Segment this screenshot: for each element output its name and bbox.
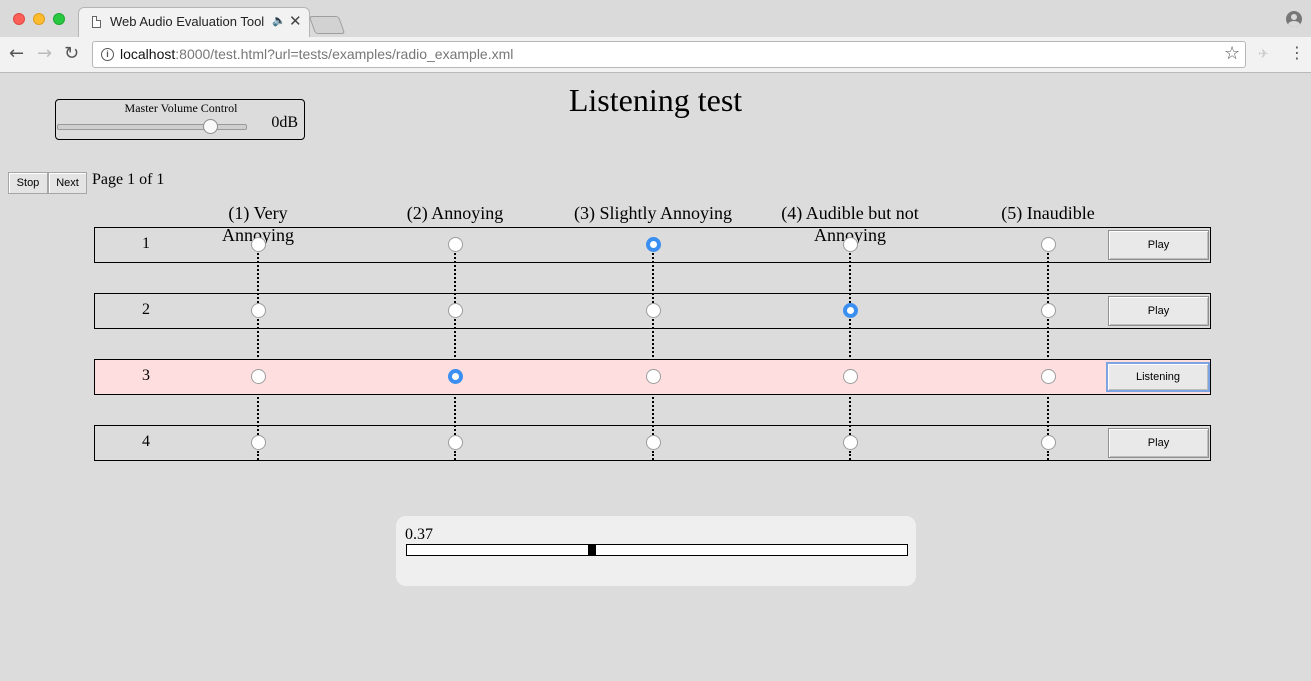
- page-indicator: Page 1 of 1: [92, 171, 165, 188]
- playback-scrubber-thumb[interactable]: [587, 544, 596, 556]
- browser-toolbar: ← → ↻ i localhost:8000/test.html?url=tes…: [0, 37, 1311, 73]
- rating-radio-4[interactable]: [843, 303, 858, 318]
- scale-label-line: (5) Inaudible: [1001, 203, 1095, 223]
- rating-radio-5[interactable]: [1041, 369, 1056, 384]
- playback-panel: 0.37: [396, 516, 916, 586]
- rating-radio-1[interactable]: [251, 435, 266, 450]
- reload-icon[interactable]: ↻: [64, 43, 79, 64]
- scale-label-line: (3) Slightly Annoying: [573, 203, 732, 223]
- rating-radio-2[interactable]: [448, 237, 463, 252]
- scale-label-line: (1) Very: [228, 203, 288, 223]
- row-number: 4: [142, 433, 150, 450]
- rating-radio-2[interactable]: [448, 435, 463, 450]
- master-volume-slider-track[interactable]: [57, 124, 247, 130]
- rating-radio-5[interactable]: [1041, 435, 1056, 450]
- play-button[interactable]: Play: [1108, 230, 1209, 260]
- rating-radio-1[interactable]: [251, 237, 266, 252]
- rating-radio-3[interactable]: [646, 435, 661, 450]
- scale-label-line: (2) Annoying: [406, 203, 504, 223]
- rating-radio-3[interactable]: [646, 369, 661, 384]
- stop-button[interactable]: Stop: [8, 172, 48, 194]
- rating-radio-2[interactable]: [448, 369, 463, 384]
- forward-arrow-icon[interactable]: →: [37, 43, 52, 64]
- minimize-window-button[interactable]: [33, 13, 45, 25]
- rating-radio-5[interactable]: [1041, 303, 1056, 318]
- info-icon[interactable]: i: [101, 48, 114, 61]
- scale-label-line: (4) Audible but not: [781, 203, 919, 223]
- bookmark-star-icon[interactable]: ☆: [1224, 43, 1240, 64]
- tab-strip: Web Audio Evaluation Tool 🔈 ✕: [0, 0, 1311, 38]
- close-window-button[interactable]: [13, 13, 25, 25]
- rating-radio-3[interactable]: [646, 303, 661, 318]
- row-number: 2: [142, 301, 150, 318]
- rating-row: 3 Listening: [94, 359, 1211, 395]
- scale-label-3: (3) Slightly Annoying: [573, 202, 733, 224]
- page-icon: [92, 16, 101, 28]
- tab-web-audio-evaluation-tool[interactable]: Web Audio Evaluation Tool 🔈 ✕: [78, 7, 310, 38]
- listening-button[interactable]: Listening: [1106, 362, 1210, 392]
- address-bar[interactable]: i localhost:8000/test.html?url=tests/exa…: [92, 41, 1246, 68]
- rating-radio-5[interactable]: [1041, 237, 1056, 252]
- rating-radio-1[interactable]: [251, 369, 266, 384]
- rating-radio-1[interactable]: [251, 303, 266, 318]
- rating-radio-4[interactable]: [843, 435, 858, 450]
- page-title: Listening test: [568, 82, 743, 118]
- play-button[interactable]: Play: [1108, 428, 1209, 458]
- scale-label-5: (5) Inaudible: [968, 202, 1128, 224]
- row-number: 1: [142, 235, 150, 252]
- master-volume-slider-thumb[interactable]: [203, 119, 219, 134]
- next-button[interactable]: Next: [48, 172, 87, 194]
- rating-radio-2[interactable]: [448, 303, 463, 318]
- row-number: 3: [142, 367, 150, 384]
- rating-row: 4 Play: [94, 425, 1211, 461]
- menu-dots-icon[interactable]: ⋮: [1289, 43, 1305, 62]
- tab-title: Web Audio Evaluation Tool: [110, 14, 265, 29]
- play-button[interactable]: Play: [1108, 296, 1209, 326]
- rating-radio-4[interactable]: [843, 369, 858, 384]
- rating-row: 1 Play: [94, 227, 1211, 263]
- playback-scrubber-track[interactable]: [406, 544, 908, 556]
- new-tab-button[interactable]: [308, 16, 346, 34]
- scale-label-2: (2) Annoying: [375, 202, 535, 224]
- close-tab-icon[interactable]: ✕: [289, 12, 302, 30]
- rating-radio-3[interactable]: [646, 237, 661, 252]
- page-content: Master Volume Control 0dB Listening test…: [0, 73, 1311, 681]
- speaker-icon[interactable]: 🔈: [272, 14, 286, 27]
- playback-position-value: 0.37: [405, 526, 433, 543]
- url-host: localhost: [120, 46, 176, 62]
- maximize-window-button[interactable]: [53, 13, 65, 25]
- profile-icon[interactable]: [1286, 11, 1302, 27]
- back-arrow-icon[interactable]: ←: [9, 43, 24, 64]
- url-text[interactable]: localhost:8000/test.html?url=tests/examp…: [120, 46, 513, 62]
- rating-radio-4[interactable]: [843, 237, 858, 252]
- rating-row: 2 Play: [94, 293, 1211, 329]
- extension-icon[interactable]: ✈: [1258, 47, 1269, 62]
- url-path: :8000/test.html?url=tests/examples/radio…: [175, 46, 514, 62]
